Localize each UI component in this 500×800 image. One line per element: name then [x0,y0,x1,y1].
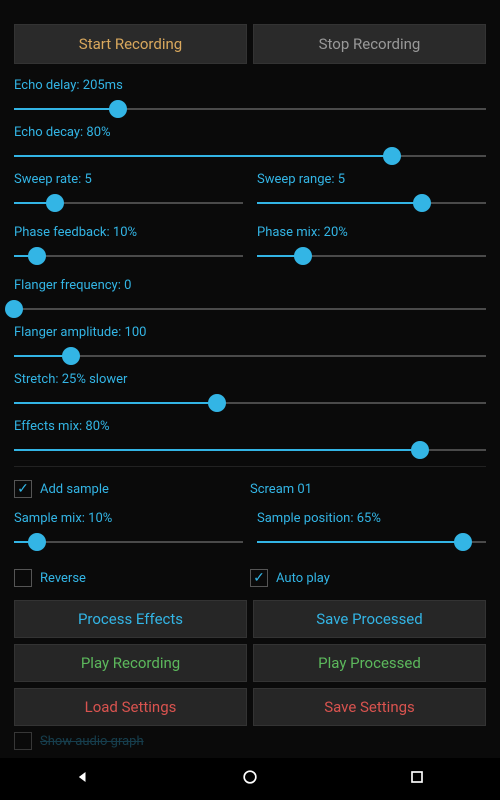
start-recording-label: Start Recording [79,35,182,53]
sample-pos-slider[interactable] [257,532,486,552]
stretch-slider[interactable] [14,393,486,413]
flanger-freq-slider[interactable] [14,299,486,319]
android-nav-bar [0,758,500,800]
status-bar [0,0,500,24]
sweep-rate-label: Sweep rate: 5 [14,172,243,187]
echo-delay-slider[interactable] [14,99,486,119]
stop-recording-button[interactable]: Stop Recording [253,24,486,64]
save-settings-label: Save Settings [324,698,415,716]
effects-mix-slider[interactable] [14,440,486,460]
echo-delay-label: Echo delay: 205ms [14,78,486,93]
sweep-range-slider[interactable] [257,193,486,213]
save-settings-button[interactable]: Save Settings [253,688,486,726]
show-graph-checkbox[interactable] [14,732,32,750]
play-processed-button[interactable]: Play Processed [253,644,486,682]
stop-recording-label: Stop Recording [319,35,421,53]
sample-pos-label: Sample position: 65% [257,511,486,526]
play-processed-label: Play Processed [318,654,421,672]
flanger-freq-label: Flanger frequency: 0 [14,278,486,293]
divider [14,466,486,467]
add-sample-label: Add sample [40,482,109,497]
flanger-amp-slider[interactable] [14,346,486,366]
save-processed-button[interactable]: Save Processed [253,600,486,638]
sample-mix-label: Sample mix: 10% [14,511,243,526]
start-recording-button[interactable]: Start Recording [14,24,247,64]
auto-play-checkbox[interactable] [250,569,268,587]
show-graph-label: Show audio graph [40,734,144,749]
echo-decay-label: Echo decay: 80% [14,125,486,140]
add-sample-checkbox[interactable] [14,480,32,498]
phase-feedback-slider[interactable] [14,246,243,266]
home-icon[interactable] [240,767,260,791]
load-settings-button[interactable]: Load Settings [14,688,247,726]
sweep-rate-slider[interactable] [14,193,243,213]
process-effects-label: Process Effects [78,610,183,628]
save-processed-label: Save Processed [316,610,422,628]
flanger-amp-label: Flanger amplitude: 100 [14,325,486,340]
phase-feedback-label: Phase feedback: 10% [14,225,243,240]
recent-icon[interactable] [407,767,427,791]
sample-mix-slider[interactable] [14,532,243,552]
play-recording-button[interactable]: Play Recording [14,644,247,682]
sweep-range-label: Sweep range: 5 [257,172,486,187]
auto-play-label: Auto play [276,571,330,586]
load-settings-label: Load Settings [85,698,177,716]
stretch-label: Stretch: 25% slower [14,372,486,387]
play-recording-label: Play Recording [81,654,180,672]
reverse-label: Reverse [40,571,86,586]
back-icon[interactable] [73,767,93,791]
phase-mix-label: Phase mix: 20% [257,225,486,240]
reverse-checkbox[interactable] [14,569,32,587]
sample-name-dropdown[interactable]: Scream 01 [250,482,312,497]
process-effects-button[interactable]: Process Effects [14,600,247,638]
effects-mix-label: Effects mix: 80% [14,419,486,434]
echo-decay-slider[interactable] [14,146,486,166]
phase-mix-slider[interactable] [257,246,486,266]
